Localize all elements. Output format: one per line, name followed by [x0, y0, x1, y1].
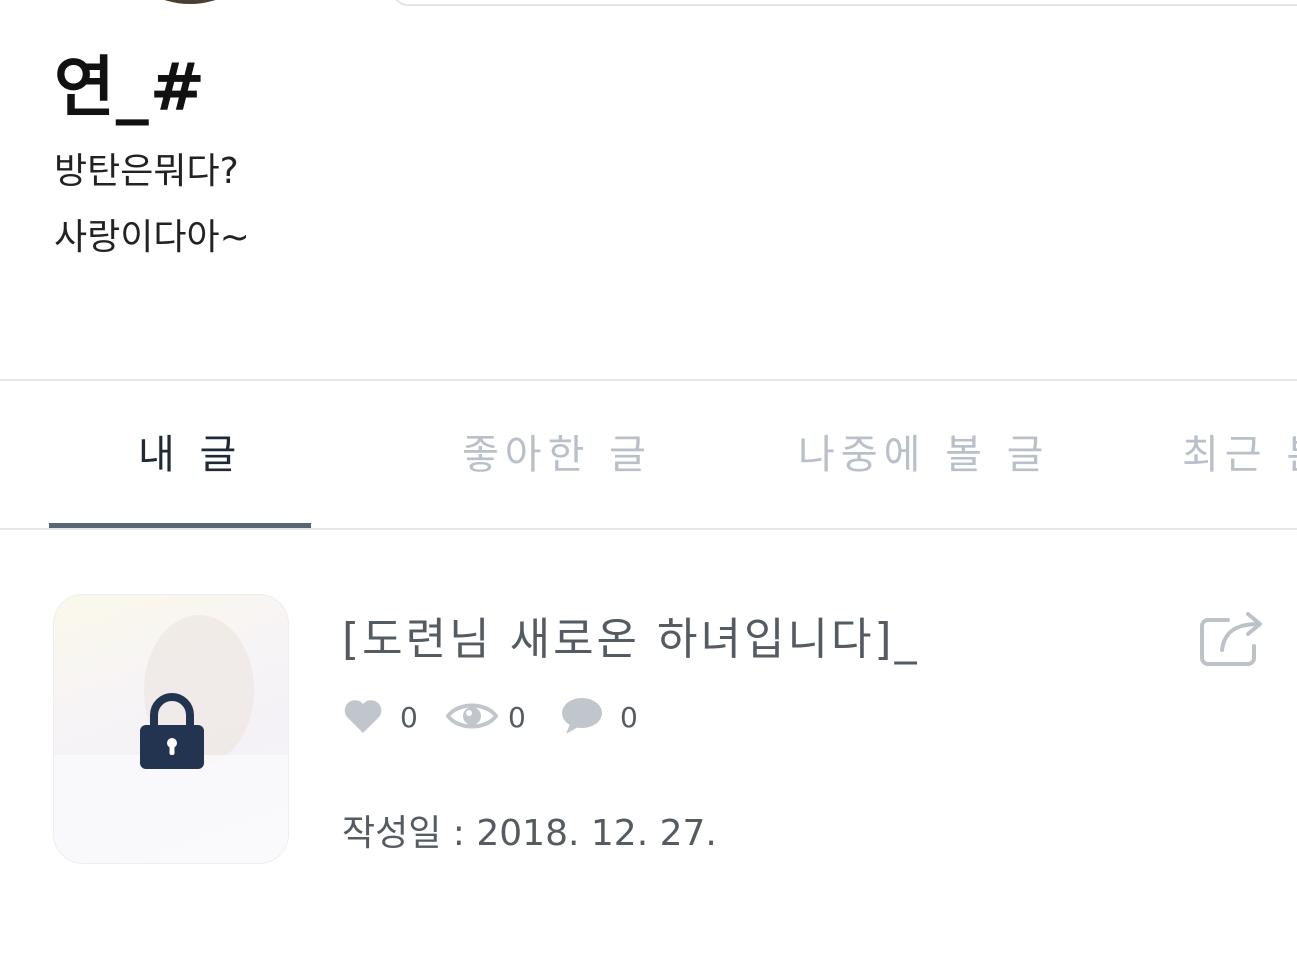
tab-recently-viewed[interactable]: 최근 본 [1182, 427, 1297, 483]
thumbnail-image-bottom [54, 755, 288, 863]
profile-page: 연_# 방탄은뭐다? 사랑이다아~ 내 글 좋아한 글 나중에 볼 글 최근 본… [0, 0, 1297, 973]
comment-icon[interactable] [560, 696, 604, 736]
post-item[interactable]: [도련님 새로온 하녀입니다]_ 0 0 0 작성일 : 2018. 12. 2… [0, 594, 1297, 864]
post-title[interactable]: [도련님 새로온 하녀입니다]_ [342, 610, 920, 670]
divider [0, 528, 1297, 530]
avatar[interactable] [130, 0, 250, 4]
tab-my-posts[interactable]: 내 글 [138, 427, 242, 483]
share-icon[interactable] [1198, 610, 1264, 668]
profile-bio-line1: 방탄은뭐다? [54, 151, 239, 192]
profile-bio-line2: 사랑이다아~ [54, 217, 250, 258]
post-thumbnail[interactable] [53, 594, 289, 864]
tab-read-later[interactable]: 나중에 볼 글 [798, 427, 1049, 483]
tab-bar: 내 글 좋아한 글 나중에 볼 글 최근 본 [0, 381, 1297, 528]
eye-icon [446, 703, 498, 729]
view-count: 0 [508, 701, 526, 734]
profile-name: 연_# [54, 49, 207, 126]
like-count: 0 [400, 701, 418, 734]
search-bar[interactable] [392, 0, 1297, 6]
heart-icon[interactable] [342, 696, 384, 736]
post-date: 작성일 : 2018. 12. 27. [342, 813, 717, 854]
tab-liked-posts[interactable]: 좋아한 글 [462, 427, 652, 483]
lock-icon [140, 693, 204, 769]
comment-count: 0 [620, 701, 638, 734]
